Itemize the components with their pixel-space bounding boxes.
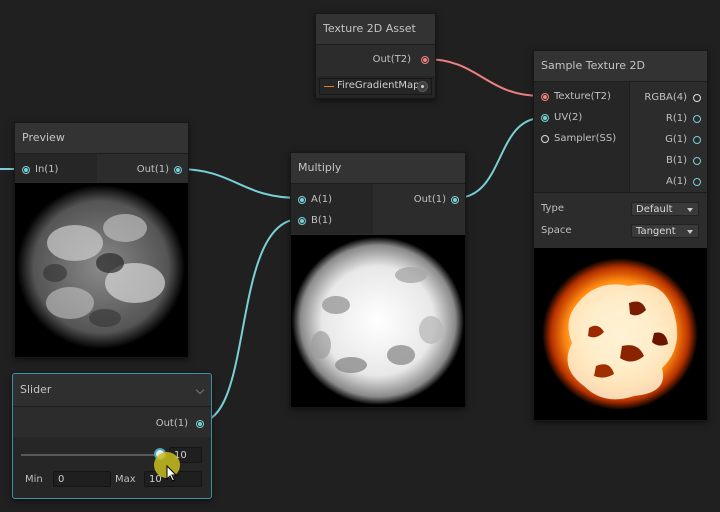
multiply-a-input-port[interactable] bbox=[298, 196, 306, 204]
uv-input-row: UV(2) bbox=[554, 108, 582, 128]
type-dropdown[interactable]: Default bbox=[631, 202, 699, 216]
space-dropdown[interactable]: Tangent bbox=[631, 224, 699, 238]
chevron-down-icon bbox=[687, 208, 693, 212]
wire-slider-to-multiply-b bbox=[198, 218, 301, 423]
r-output-port[interactable] bbox=[693, 115, 701, 123]
g-output-label: G(1) bbox=[665, 134, 687, 145]
texture-input-label: Texture(T2) bbox=[554, 91, 611, 102]
object-picker-dot bbox=[421, 85, 424, 88]
fire-preview-image bbox=[542, 258, 698, 410]
multiply-b-input-port[interactable] bbox=[298, 217, 306, 225]
sample-texture-title[interactable]: Sample Texture 2D bbox=[534, 51, 707, 82]
sample-texture-preview bbox=[534, 248, 707, 420]
sampler-input-row: Sampler(SS) bbox=[554, 129, 616, 149]
multiply-output-label: Out(1) bbox=[413, 194, 446, 205]
multiply-title[interactable]: Multiply bbox=[291, 153, 465, 184]
texture-asset-output-label: Out(T2) bbox=[372, 54, 411, 65]
r-output-row: R(1) bbox=[666, 109, 687, 129]
multiply-output-port[interactable] bbox=[451, 196, 459, 204]
rgba-output-row: RGBA(4) bbox=[644, 88, 687, 108]
a-output-label: A(1) bbox=[665, 176, 687, 187]
b-output-label: B(1) bbox=[665, 155, 687, 166]
wire-preview-to-multiply-a bbox=[177, 168, 301, 199]
texture-asset-orange-line bbox=[324, 86, 334, 87]
object-picker-icon[interactable] bbox=[417, 81, 428, 92]
multiply-b-label: B(1) bbox=[311, 215, 333, 226]
preview-output-row: Out(1) bbox=[137, 160, 169, 180]
sample-texture-settings-divider bbox=[534, 192, 707, 193]
rgba-output-port[interactable] bbox=[693, 94, 701, 102]
r-output-label: R(1) bbox=[665, 113, 687, 124]
sample-texture-column-divider bbox=[629, 82, 630, 192]
multiply-b-row: B(1) bbox=[311, 211, 332, 231]
chevron-down-icon bbox=[687, 230, 693, 234]
a-output-row: A(1) bbox=[666, 172, 687, 192]
cloud-noise-preview bbox=[17, 185, 185, 349]
slider-output-label: Out(1) bbox=[155, 418, 188, 429]
a-output-port[interactable] bbox=[693, 178, 701, 186]
multiply-node[interactable]: Multiply A(1) B(1) Out(1) bbox=[290, 152, 466, 408]
space-label: Space bbox=[541, 225, 572, 236]
mouse-pointer-icon bbox=[166, 465, 178, 482]
g-output-row: G(1) bbox=[665, 130, 687, 150]
preview-output-port[interactable] bbox=[174, 166, 182, 174]
preview-input-port[interactable] bbox=[22, 166, 30, 174]
uv-input-port[interactable] bbox=[541, 114, 549, 122]
type-dropdown-value: Default bbox=[636, 204, 673, 215]
sampler-input-port[interactable] bbox=[541, 135, 549, 143]
texture-input-port[interactable] bbox=[541, 93, 549, 101]
min-label: Min bbox=[25, 474, 43, 485]
space-dropdown-value: Tangent bbox=[636, 226, 676, 237]
g-output-port[interactable] bbox=[693, 136, 701, 144]
b-output-port[interactable] bbox=[693, 157, 701, 165]
preview-output-label: Out(1) bbox=[136, 164, 169, 175]
texture-2d-asset-node[interactable]: Texture 2D Asset Out(T2) FireGradientMap bbox=[315, 13, 436, 99]
preview-title[interactable]: Preview bbox=[15, 123, 188, 154]
texture-asset-output-port[interactable] bbox=[421, 56, 429, 64]
max-label: Max bbox=[115, 474, 136, 485]
multiply-a-label: A(1) bbox=[311, 194, 333, 205]
preview-input-row: In(1) bbox=[35, 160, 58, 180]
rgba-output-label: RGBA(4) bbox=[644, 92, 687, 103]
texture-asset-name: FireGradientMap bbox=[337, 80, 420, 91]
slider-output-port[interactable] bbox=[196, 420, 204, 428]
slider-node[interactable]: Slider Out(1) 10 Min 0 Max 10 bbox=[12, 373, 212, 499]
preview-input-label: In(1) bbox=[35, 164, 59, 175]
texture-asset-title[interactable]: Texture 2D Asset bbox=[316, 14, 435, 45]
slider-track[interactable] bbox=[21, 454, 161, 456]
multiply-preview bbox=[291, 235, 465, 407]
multiply-preview-image bbox=[292, 237, 464, 405]
min-value: 0 bbox=[58, 474, 65, 485]
texture-asset-output-row: Out(T2) bbox=[373, 50, 411, 70]
slider-title[interactable]: Slider bbox=[13, 374, 211, 407]
min-field[interactable]: 0 bbox=[53, 471, 111, 487]
multiply-output-row: Out(1) bbox=[414, 190, 446, 210]
texture-input-row: Texture(T2) bbox=[554, 87, 611, 107]
type-label: Type bbox=[541, 203, 564, 214]
sampler-input-label: Sampler(SS) bbox=[554, 133, 617, 144]
texture-asset-object-field[interactable]: FireGradientMap bbox=[319, 78, 432, 95]
multiply-a-row: A(1) bbox=[311, 190, 332, 210]
preview-image bbox=[15, 183, 188, 357]
sample-texture-2d-node[interactable]: Sample Texture 2D Texture(T2) UV(2) Samp… bbox=[533, 50, 708, 421]
wire-multiply-to-uv bbox=[455, 117, 543, 199]
slider-output-row: Out(1) bbox=[156, 414, 188, 434]
uv-input-label: UV(2) bbox=[554, 112, 583, 123]
b-output-row: B(1) bbox=[666, 151, 687, 171]
preview-node[interactable]: Preview In(1) Out(1) bbox=[14, 122, 189, 358]
wire-asset-to-texture bbox=[424, 58, 543, 97]
